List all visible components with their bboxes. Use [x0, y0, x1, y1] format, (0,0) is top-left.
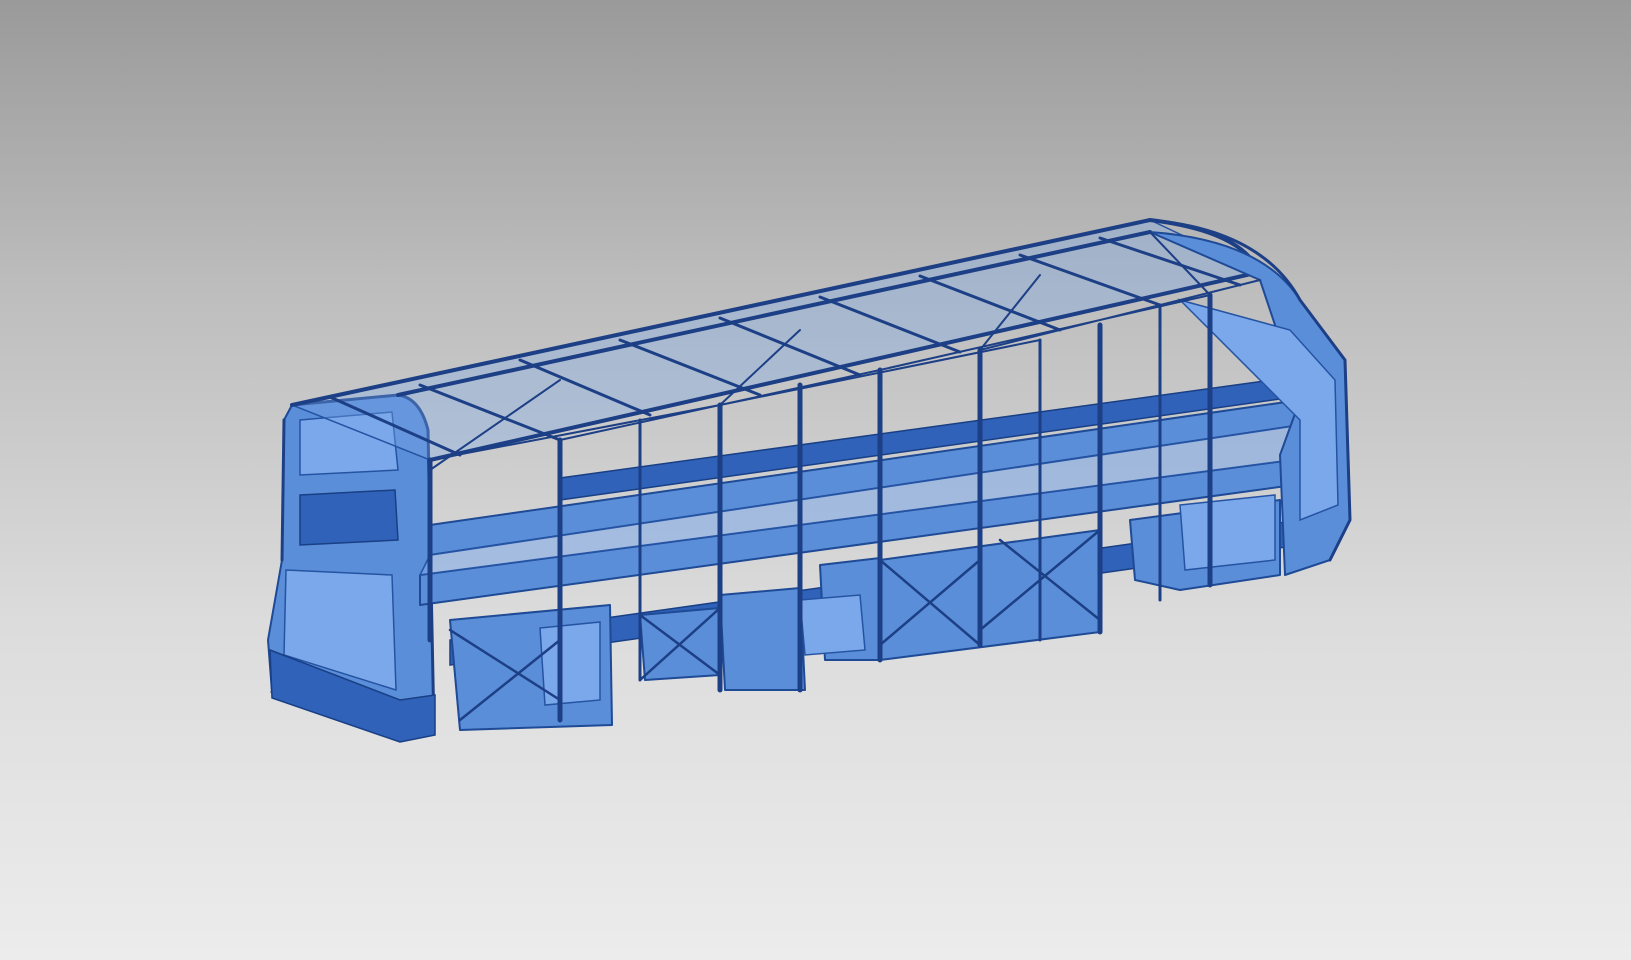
- bus-frame-model: [267, 218, 1352, 743]
- cad-viewport[interactable]: [0, 0, 1631, 960]
